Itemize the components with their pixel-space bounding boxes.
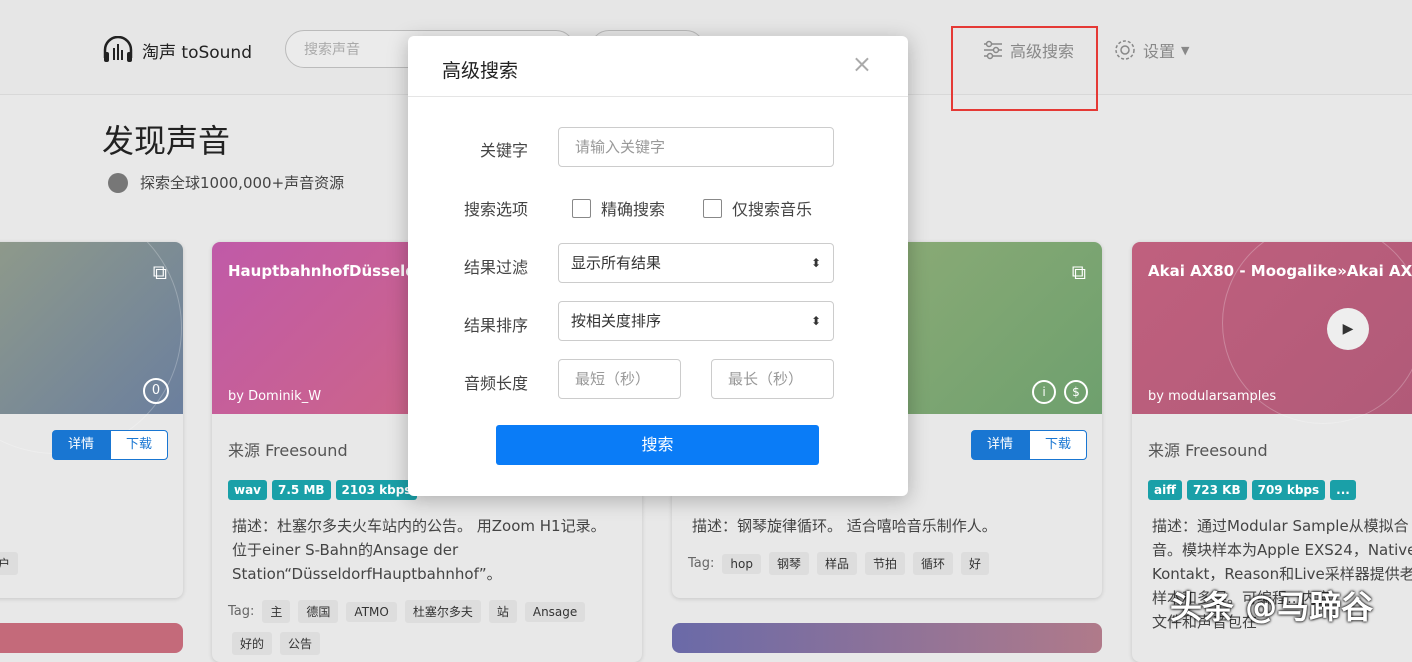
modal-header: 高级搜索 × — [408, 36, 908, 97]
headphones-icon — [103, 36, 133, 62]
badge-list: wav 7.5 MB 2103 kbps — [228, 480, 418, 500]
external-link-icon[interactable]: ⧉ — [153, 260, 167, 284]
exact-search-label: 精确搜索 — [601, 200, 666, 219]
tag[interactable]: 主 — [262, 600, 291, 623]
search-submit-button[interactable]: 搜索 — [496, 425, 819, 465]
advanced-search-modal: 高级搜索 × 关键字 请输入关键字 搜索选项 精确搜索 仅搜索音乐 结果过滤 显… — [408, 36, 908, 496]
music-only-checkbox[interactable]: 仅搜索音乐 — [703, 196, 812, 220]
tag[interactable]: 好 — [961, 552, 990, 575]
card-actions: 详情 下载 — [971, 430, 1087, 460]
checkbox-box[interactable] — [572, 198, 591, 218]
sort-select[interactable]: 按相关度排序 ⬍ — [558, 301, 834, 341]
tag[interactable]: Ansage — [524, 601, 586, 622]
tag[interactable]: 德国 — [298, 600, 339, 623]
tag[interactable]: 样品 — [816, 552, 857, 575]
format-badge: aiff — [1148, 480, 1182, 500]
gear-icon — [1115, 40, 1135, 60]
min-duration-input[interactable]: 最短（秒） — [558, 359, 681, 399]
sound-card: ⧉ 0 详情 下载 户 — [0, 242, 183, 598]
tag[interactable]: ATMO — [346, 601, 397, 622]
bitrate-badge: 2103 kbps — [335, 480, 418, 500]
cc-nc-icon: $ — [1064, 380, 1088, 404]
brand[interactable]: 淘声 toSound — [102, 36, 252, 64]
exact-search-checkbox[interactable]: 精确搜索 — [572, 196, 665, 220]
format-badge: wav — [228, 480, 268, 500]
bullet-icon — [108, 172, 128, 193]
tag[interactable]: 户 — [0, 552, 19, 575]
search-options-label: 搜索选项 — [463, 200, 528, 219]
tag[interactable]: 循环 — [913, 552, 954, 575]
sort-label: 结果排序 — [463, 316, 528, 335]
download-button[interactable]: 下载 — [1029, 430, 1087, 460]
size-badge: 723 KB — [1186, 480, 1247, 500]
filter-label: 结果过滤 — [463, 258, 528, 277]
brand-name: 淘声 toSound — [142, 42, 253, 63]
badge-list: aiff 723 KB 709 kbps ... — [1148, 480, 1356, 500]
filter-value: 显示所有结果 — [571, 254, 662, 272]
size-badge: 7.5 MB — [272, 480, 331, 500]
subtitle-text: 探索全球1000,000+声音资源 — [140, 174, 345, 192]
highlight-box — [951, 26, 1098, 111]
bitrate-badge: 709 kbps — [1251, 480, 1326, 500]
tag[interactable]: 杜塞尔多夫 — [404, 600, 481, 623]
cc-zero-icon: 0 — [143, 378, 169, 404]
settings-dropdown[interactable]: 设置 ▼ — [1113, 38, 1189, 62]
detail-button[interactable]: 详情 — [971, 430, 1029, 460]
desc-line: 音。模块样本为Apple EXS24，Native — [1152, 541, 1412, 559]
card-actions: 详情 下载 — [52, 430, 168, 460]
tag-label: Tag: — [688, 556, 715, 571]
sort-value: 按相关度排序 — [571, 312, 662, 330]
tag-list: 好的 公告 — [232, 632, 321, 655]
tag[interactable]: 公告 — [280, 632, 321, 655]
sound-card-partial — [0, 623, 183, 653]
select-arrows-icon: ⬍ — [810, 256, 821, 270]
close-icon[interactable]: × — [852, 50, 872, 78]
tag-list: 户 — [0, 552, 19, 575]
card-description: 描述：钢琴旋律循环。 适合嘻哈音乐制作人。 — [692, 517, 997, 535]
tag-list: Tag: hop 钢琴 样品 节拍 循环 好 — [688, 552, 990, 575]
card-source: 来源 Freesound — [1148, 441, 1268, 460]
tag-label: Tag: — [228, 604, 255, 619]
desc-line: 描述：通过Modular Sample从模拟合 — [1152, 517, 1409, 535]
music-only-label: 仅搜索音乐 — [732, 200, 813, 219]
keyword-label: 关键字 — [479, 141, 528, 160]
download-button[interactable]: 下载 — [110, 430, 168, 460]
filter-select[interactable]: 显示所有结果 ⬍ — [558, 243, 834, 283]
card-title[interactable]: Akai AX80 - Moogalike»Akai AX80 — [1148, 262, 1412, 280]
max-duration-input[interactable]: 最长（秒） — [711, 359, 834, 399]
tag[interactable]: 站 — [488, 600, 517, 623]
card-title[interactable]: HauptbahnhofDüsseldor — [228, 262, 434, 280]
tag[interactable]: hop — [722, 553, 761, 574]
checkbox-box[interactable] — [703, 198, 722, 218]
tag[interactable]: 节拍 — [865, 552, 906, 575]
caret-down-icon: ▼ — [1181, 43, 1190, 57]
card-banner: Akai AX80 - Moogalike»Akai AX80 ▶ by mod… — [1132, 242, 1412, 424]
card-author[interactable]: by Dominik_W — [228, 389, 321, 404]
settings-label: 设置 — [1143, 42, 1176, 61]
card-description: 描述：杜塞尔多夫火车站内的公告。 用Zoom H1记录。 位于einer S-B… — [232, 517, 606, 583]
keyword-input[interactable]: 请输入关键字 — [558, 127, 834, 167]
watermark: 头条 @马蹄谷 — [1170, 588, 1374, 626]
detail-button[interactable]: 详情 — [52, 430, 110, 460]
cc-by-icon: i — [1032, 380, 1056, 404]
select-arrows-icon: ⬍ — [810, 314, 821, 328]
page-subtitle: 探索全球1000,000+声音资源 — [108, 172, 344, 193]
tag[interactable]: 好的 — [232, 632, 273, 655]
duration-label: 音频长度 — [463, 374, 528, 393]
modal-title: 高级搜索 — [442, 60, 519, 82]
external-link-icon[interactable]: ⧉ — [1072, 260, 1086, 284]
card-banner: ⧉ 0 — [0, 242, 183, 454]
card-source: 来源 Freesound — [228, 441, 348, 460]
sound-card-partial — [672, 623, 1102, 653]
play-button[interactable]: ▶ — [1327, 308, 1369, 350]
card-author[interactable]: by modularsamples — [1148, 389, 1276, 404]
tag[interactable]: 钢琴 — [768, 552, 809, 575]
more-badge[interactable]: ... — [1330, 480, 1356, 500]
tag-list: Tag: 主 德国 ATMO 杜塞尔多夫 站 Ansage — [228, 600, 586, 623]
page-title: 发现声音 — [102, 122, 231, 160]
